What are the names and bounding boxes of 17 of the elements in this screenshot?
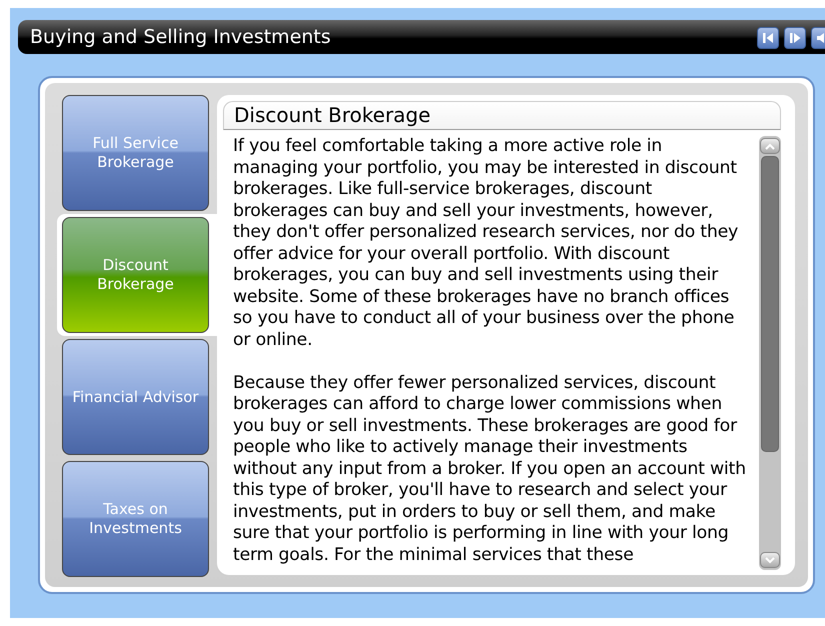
tab[interactable]: Full Service Brokerage [62,95,209,211]
body-paragraph: Because they offer fewer personalized services, discount brokerages can afford to charge lower commissions when you buy or sell investments. These brokerages are good for people who like to actively manage their investments without any input from a broker. If you open an account with this type of broker, you'll have to research and select your investments, put in orders to buy or sell them, and make sure that your portfolio is performing in line with your long term goals. For the minimal services that these [233,372,747,566]
scroll-up-button[interactable] [760,138,780,154]
window-title: Buying and Selling Investments [30,26,331,48]
scrollbar[interactable] [759,136,781,570]
tab[interactable]: Discount Brokerage [62,217,209,333]
body-paragraph: If you feel comfortable taking a more active role in managing your portfolio, you may be interested in discount brokerages. Like full-service brokerages, discount brokerages can buy and sell your investments, however, they don't offer personalized research services, nor do they offer advice for your overall portfolio. With discount brokerages, you can buy and sell investments using their website. Some of these brokerages have no branch offices so you have to conduct all of your business over the phone or online. [233,136,740,351]
next-button[interactable] [784,27,806,49]
up-chevron-icon [765,142,775,150]
section-heading: Discount Brokerage [234,103,432,127]
scroll-thumb[interactable] [761,156,779,452]
scroll-down-button[interactable] [760,552,780,568]
tab[interactable]: Taxes on Investments [62,461,209,577]
down-chevron-icon [765,556,775,564]
tab[interactable]: Financial Advisor [62,339,209,455]
sound-button[interactable] [811,27,825,49]
previous-button[interactable] [757,27,779,49]
